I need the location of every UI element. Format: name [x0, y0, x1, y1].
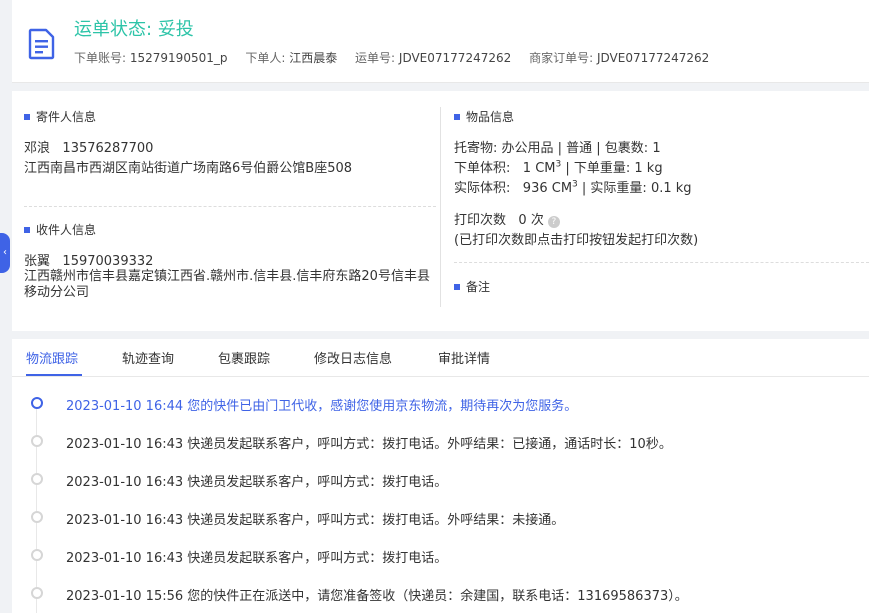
waybill-meta: 下单账号: 15279190501_p 下单人: 江西晨泰 运单号: JDVE0… [74, 49, 723, 66]
column-divider [440, 107, 441, 307]
tab-trajectory-query[interactable]: 轨迹查询 [122, 348, 174, 367]
goods-section-title: 物品信息 [454, 108, 514, 125]
timeline-dot [31, 549, 43, 561]
timeline-dot [31, 435, 43, 447]
side-panel-toggle[interactable]: ‹ [0, 233, 10, 273]
sender-section-title: 寄件人信息 [24, 108, 96, 125]
goods-actual-volume-weight: 实际体积: 936 CM3 | 实际重量: 0.1 kg [454, 179, 692, 196]
divider [454, 262, 869, 263]
timeline-dot-active [31, 397, 43, 409]
meta-waybill-no: 运单号: JDVE07177247262 [355, 51, 512, 65]
tab-approval-details[interactable]: 审批详情 [438, 348, 490, 367]
receiver-address: 江西赣州市信丰县嘉定镇江西省.赣州市.信丰县.信丰府东路20号信丰县移动分公司 [24, 269, 430, 300]
tab-change-log[interactable]: 修改日志信息 [314, 348, 392, 367]
timeline-item: 2023-01-10 16:44 您的快件已由门卫代收，感谢您使用京东物流，期待… [12, 393, 869, 414]
document-icon [28, 28, 55, 60]
divider [24, 206, 436, 207]
print-count: 打印次数 0 次? [454, 209, 560, 228]
timeline-item: 2023-01-10 16:43 快递员发起联系客户，呼叫方式：拨打电话。外呼结… [12, 507, 869, 528]
tab-bar: 物流跟踪 轨迹查询 包裹跟踪 修改日志信息 审批详情 [12, 339, 869, 377]
receiver-contact: 张翼 15970039332 [24, 254, 154, 269]
timeline-item: 2023-01-10 16:43 快递员发起联系客户，呼叫方式：拨打电话。外呼结… [12, 431, 869, 452]
sender-address: 江西南昌市西湖区南站街道广场南路6号伯爵公馆B座508 [24, 161, 353, 176]
goods-summary: 托寄物: 办公用品 | 普通 | 包裹数: 1 [454, 141, 661, 156]
goods-order-volume-weight: 下单体积: 1 CM3 | 下单重量: 1 kg [454, 159, 663, 176]
meta-orderer: 下单人: 江西晨泰 [245, 51, 338, 65]
tab-package-tracking[interactable]: 包裹跟踪 [218, 348, 270, 367]
timeline-item: 2023-01-10 16:43 快递员发起联系客户，呼叫方式：拨打电话。 [12, 545, 869, 566]
remarks-section-title: 备注 [454, 278, 490, 295]
waybill-header: 运单状态: 妥投 下单账号: 15279190501_p 下单人: 江西晨泰 运… [12, 0, 869, 83]
tab-logistics-tracking[interactable]: 物流跟踪 [26, 348, 78, 367]
waybill-detail-page: 运单状态: 妥投 下单账号: 15279190501_p 下单人: 江西晨泰 运… [12, 0, 869, 613]
status-value: 妥投 [157, 19, 194, 40]
timeline-dot [31, 587, 43, 599]
receiver-section-title: 收件人信息 [24, 221, 96, 238]
meta-account: 下单账号: 15279190501_p [74, 51, 228, 65]
timeline-dot [31, 511, 43, 523]
tracking-card: 物流跟踪 轨迹查询 包裹跟踪 修改日志信息 审批详情 2023-01-10 16… [12, 339, 869, 613]
waybill-status: 运单状态: 妥投 [74, 15, 194, 41]
question-icon[interactable]: ? [547, 216, 560, 228]
print-count-note: (已打印次数即点击打印按钮发起打印次数) [454, 233, 699, 248]
active-tab-indicator [26, 374, 82, 376]
info-card: 寄件人信息 邓浪 13576287700 江西南昌市西湖区南站街道广场南路6号伯… [12, 91, 869, 331]
sender-contact: 邓浪 13576287700 [24, 141, 154, 156]
timeline-item: 2023-01-10 16:43 快递员发起联系客户，呼叫方式：拨打电话。 [12, 469, 869, 490]
timeline-item: 2023-01-10 15:56 您的快件正在派送中，请您准备签收（快递员：余建… [12, 583, 869, 604]
timeline-dot [31, 473, 43, 485]
status-label: 运单状态: [74, 19, 153, 40]
meta-merchant-order-no: 商家订单号: JDVE07177247262 [529, 51, 710, 65]
